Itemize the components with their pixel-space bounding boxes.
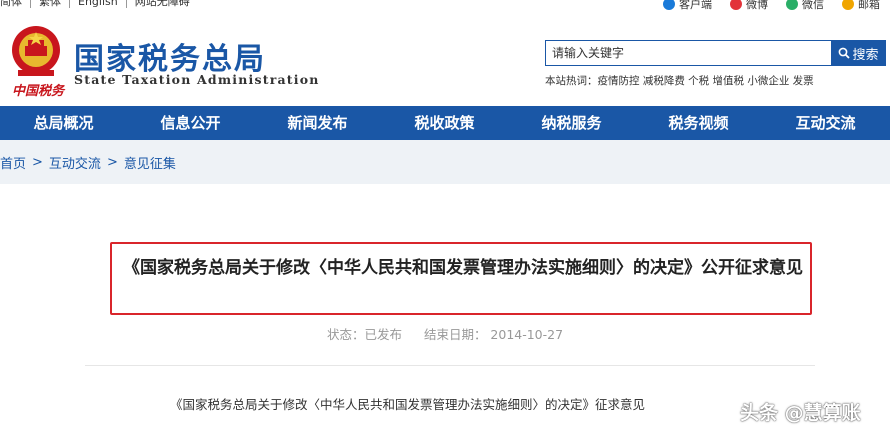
- nav-item-tax-video[interactable]: 税务视频: [635, 106, 762, 140]
- article-status: 状态：已发布: [326, 327, 402, 342]
- breadcrumb-separator: >: [32, 154, 43, 170]
- mail-label: 邮箱: [858, 0, 880, 11]
- breadcrumb-interaction-link[interactable]: 互动交流: [49, 153, 101, 172]
- search-input[interactable]: 请输入关键字: [545, 40, 832, 66]
- weibo-label: 微博: [746, 0, 768, 11]
- nav-item-tax-policy[interactable]: 税收政策: [381, 106, 508, 140]
- breadcrumb-separator: >: [106, 154, 118, 170]
- source-watermark: 头条 @慧算账: [740, 402, 861, 424]
- wechat-icon: [786, 0, 798, 10]
- main-nav: 总局概况 信息公开 新闻发布 税收政策 纳税服务 税务视频 互动交流: [0, 106, 890, 140]
- national-emblem-icon[interactable]: [8, 24, 64, 80]
- search-button-label: 搜索: [852, 47, 879, 63]
- top-right-links: 客户端 微博 微信 邮箱: [663, 0, 880, 12]
- nav-item-info-disclosure[interactable]: 信息公开: [127, 106, 254, 140]
- tax-calligraphy-logo: 中国税务: [12, 84, 65, 99]
- site-subtitle: State Taxation Administration: [74, 72, 320, 87]
- nav-item-interaction[interactable]: 互动交流: [762, 106, 889, 140]
- article-title: 《国家税务总局关于修改〈中华人民共和国发票管理办法实施细则〉的决定》公开征求意见: [123, 258, 803, 278]
- weibo-icon: [730, 0, 742, 10]
- accessibility-link[interactable]: 网站无障碍: [127, 0, 198, 8]
- breadcrumb-feedback-link[interactable]: 意见征集: [124, 153, 176, 172]
- search-icon: [839, 47, 851, 59]
- language-links: 简体 繁体 English 网站无障碍: [0, 0, 198, 8]
- lang-traditional-link[interactable]: 繁体: [31, 0, 70, 8]
- client-label: 客户端: [679, 0, 712, 11]
- client-link[interactable]: 客户端: [663, 0, 712, 12]
- breadcrumb-home-link[interactable]: 首页: [0, 153, 26, 172]
- breadcrumb: 首页 > 互动交流 > 意见征集: [0, 140, 890, 184]
- hot-words-list[interactable]: 疫情防控 减税降费 个税 增值税 小微企业 发票: [598, 75, 814, 87]
- nav-item-overview[interactable]: 总局概况: [0, 106, 127, 140]
- wechat-label: 微信: [802, 0, 824, 11]
- top-utility-bar: 简体 繁体 English 网站无障碍 客户端 微博 微信 邮箱: [0, 0, 890, 12]
- article-body-first-line: 《国家税务总局关于修改〈中华人民共和国发票管理办法实施细则〉的决定》征求意见: [170, 397, 646, 412]
- article-meta: 状态：已发布 结束日期： 2014-10-27: [0, 324, 890, 343]
- mail-link[interactable]: 邮箱: [842, 0, 880, 12]
- search-button[interactable]: 搜索: [831, 40, 886, 66]
- nav-item-news[interactable]: 新闻发布: [254, 106, 381, 140]
- wechat-link[interactable]: 微信: [786, 0, 824, 12]
- hot-words: 本站热词：疫情防控 减税降费 个税 增值税 小微企业 发票: [545, 73, 814, 88]
- lang-english-link[interactable]: English: [70, 0, 127, 8]
- article-end-date: 结束日期： 2014-10-27: [423, 327, 564, 342]
- content-divider: [85, 365, 815, 366]
- mail-icon: [842, 0, 854, 10]
- weibo-link[interactable]: 微博: [730, 0, 768, 12]
- lang-simplified-link[interactable]: 简体: [0, 0, 31, 8]
- app-icon: [663, 0, 675, 10]
- site-header: 中国税务 国家税务总局 State Taxation Administratio…: [0, 14, 890, 106]
- nav-item-taxpayer-service[interactable]: 纳税服务: [508, 106, 635, 140]
- hot-words-label: 本站热词：: [545, 75, 598, 87]
